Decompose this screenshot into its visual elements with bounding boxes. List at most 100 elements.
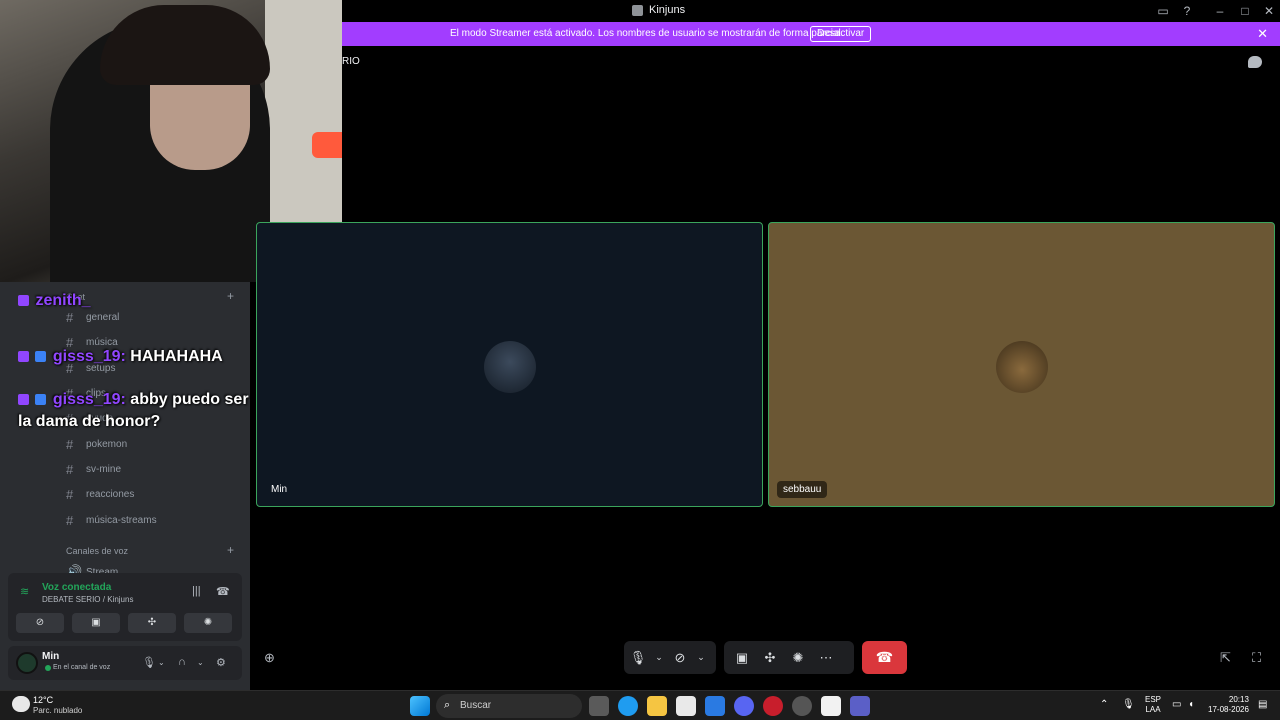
microphone-icon[interactable]: 🎙 xyxy=(624,650,652,666)
close-window-button[interactable]: ✕ xyxy=(1260,2,1278,20)
voice-channel-path[interactable]: DEBATE SERIO / Kinjuns xyxy=(42,595,133,604)
channel-item[interactable]: # general xyxy=(66,310,119,325)
start-icon[interactable] xyxy=(410,696,430,716)
hash-icon: # xyxy=(66,462,74,477)
weather-description[interactable]: Parc. nublado xyxy=(33,706,82,715)
inbox-icon[interactable]: ▭ xyxy=(1154,2,1172,20)
window-title: Kinjuns xyxy=(632,4,685,16)
clock-date: 17-08-2026 xyxy=(1208,705,1249,714)
chat-message: gisss_19: HAHAHAHA xyxy=(18,346,250,368)
store-icon[interactable] xyxy=(676,696,696,716)
add-person-icon[interactable]: ⊕ xyxy=(264,650,275,666)
search-icon: ⌕ xyxy=(444,699,451,711)
voice-status[interactable]: Voz conectada xyxy=(42,582,111,593)
hash-icon: # xyxy=(66,487,74,502)
streamer-hair xyxy=(100,5,270,85)
help-icon[interactable]: ? xyxy=(1178,2,1196,20)
windows-taskbar: 12°C Parc. nublado ⌕ Buscar ⌃ 🎙 ESP LAA … xyxy=(0,690,1280,720)
discord-icon[interactable] xyxy=(734,696,754,716)
chat-bubble-icon[interactable] xyxy=(1248,56,1262,68)
microphone-icon[interactable]: 🎙 xyxy=(142,656,156,669)
obs-icon[interactable] xyxy=(792,696,812,716)
channel-label: general xyxy=(86,312,120,323)
weather-temperature[interactable]: 12°C xyxy=(33,695,53,705)
noise-suppression-icon[interactable]: ||| xyxy=(192,585,201,597)
call-actions: ▣ ✣ ✺ ⋯ xyxy=(724,641,854,674)
microphone-tray-icon[interactable]: 🎙 xyxy=(1122,699,1135,710)
chevron-down-icon[interactable]: ⌄ xyxy=(694,652,708,663)
chevron-down-icon[interactable]: ⌄ xyxy=(197,658,204,667)
volume-icon[interactable]: ◖ xyxy=(1188,699,1194,710)
window-titlebar: Kinjuns ▭ ? – □ ✕ xyxy=(342,0,1280,22)
chat-message: zenith_ xyxy=(18,290,250,312)
chat-message: gisss_19: abby puedo ser la dama de hono… xyxy=(18,389,250,433)
capcut-icon[interactable] xyxy=(821,696,841,716)
activities-icon[interactable]: ✣ xyxy=(756,650,784,666)
user-status: En el canal de voz xyxy=(53,664,111,671)
soundboard-icon[interactable]: ✺ xyxy=(784,650,812,666)
chat-username: gisss_19: xyxy=(52,348,126,365)
search-placeholder: Buscar xyxy=(460,700,492,711)
more-options-icon[interactable]: ⋯ xyxy=(812,650,840,666)
voice-category-label[interactable]: Canales de voz xyxy=(66,546,128,556)
window-title-text: Kinjuns xyxy=(649,4,686,16)
network-icon[interactable]: ▭ xyxy=(1172,699,1181,710)
activities-button[interactable]: ✣ xyxy=(128,613,176,633)
share-screen-button[interactable]: ▣ xyxy=(72,613,120,633)
disconnect-icon[interactable]: ☎ xyxy=(216,585,230,598)
gear-icon[interactable]: ⚙ xyxy=(216,656,226,669)
signal-icon[interactable]: ≋ xyxy=(20,585,29,598)
video-tile[interactable]: sebbauu xyxy=(768,222,1275,507)
twitch-icon xyxy=(18,394,29,405)
webcam-lamp xyxy=(312,132,342,158)
participant-name: sebbauu xyxy=(777,481,828,498)
file-explorer-icon[interactable] xyxy=(647,696,667,716)
add-voice-channel-icon[interactable]: + xyxy=(227,543,234,557)
headphones-icon[interactable]: ∩ xyxy=(178,656,186,668)
user-name[interactable]: Min xyxy=(42,651,59,662)
user-panel: Min En el canal de voz 🎙 ⌄ ∩ ⌄ ⚙ xyxy=(8,646,242,680)
keyboard-layout: LAA xyxy=(1145,705,1161,714)
close-banner-icon[interactable]: ✕ xyxy=(1257,26,1268,42)
badge-icon xyxy=(35,351,47,362)
share-screen-icon[interactable]: ▣ xyxy=(728,650,756,666)
channel-item[interactable]: # pokemon xyxy=(66,437,127,452)
notifications-icon[interactable]: ▤ xyxy=(1258,699,1267,710)
camera-off-icon[interactable]: ⊘ xyxy=(666,650,694,666)
task-view-icon[interactable] xyxy=(589,696,609,716)
avatar[interactable] xyxy=(16,652,38,674)
chevron-up-icon[interactable]: ⌃ xyxy=(1100,699,1108,710)
channel-label: música-streams xyxy=(86,515,157,526)
pop-out-icon[interactable]: ⇱ xyxy=(1220,650,1231,666)
chevron-down-icon[interactable]: ⌄ xyxy=(158,658,165,667)
opera-icon[interactable] xyxy=(763,696,783,716)
weather-icon[interactable] xyxy=(12,696,30,712)
minimize-button[interactable]: – xyxy=(1211,2,1229,20)
twitch-icon xyxy=(18,295,29,306)
hang-up-button[interactable]: ☎ xyxy=(862,641,907,674)
channel-label: reacciones xyxy=(86,489,135,500)
channel-item[interactable]: # música-streams xyxy=(66,513,157,528)
language-indicator[interactable]: ESP LAA xyxy=(1145,695,1161,715)
clock[interactable]: 20:13 17-08-2026 xyxy=(1208,695,1249,715)
voice-connection-panel: ≋ Voz conectada DEBATE SERIO / Kinjuns |… xyxy=(8,573,242,641)
avatar xyxy=(484,341,536,393)
search-input[interactable]: ⌕ Buscar xyxy=(436,694,582,718)
channel-item[interactable]: # sv-mine xyxy=(66,462,121,477)
camera-off-button[interactable]: ⊘ xyxy=(16,613,64,633)
edge-icon[interactable] xyxy=(618,696,638,716)
soundboard-button[interactable]: ✺ xyxy=(184,613,232,633)
mail-icon[interactable] xyxy=(705,696,725,716)
channel-header-title: RIO xyxy=(342,56,360,67)
video-tile[interactable]: Min xyxy=(256,222,763,507)
channel-label: pokemon xyxy=(86,439,128,450)
banner-message: El modo Streamer está activado. Los nomb… xyxy=(450,28,844,39)
chevron-down-icon[interactable]: ⌄ xyxy=(652,652,666,663)
fullscreen-icon[interactable]: ⛶ xyxy=(1252,650,1261,666)
teams-icon[interactable] xyxy=(850,696,870,716)
maximize-button[interactable]: □ xyxy=(1236,2,1254,20)
disable-streamer-button[interactable]: Desactivar xyxy=(810,26,872,42)
language-code: ESP xyxy=(1145,695,1162,704)
channel-item[interactable]: # reacciones xyxy=(66,487,134,502)
clock-time: 20:13 xyxy=(1228,695,1249,704)
